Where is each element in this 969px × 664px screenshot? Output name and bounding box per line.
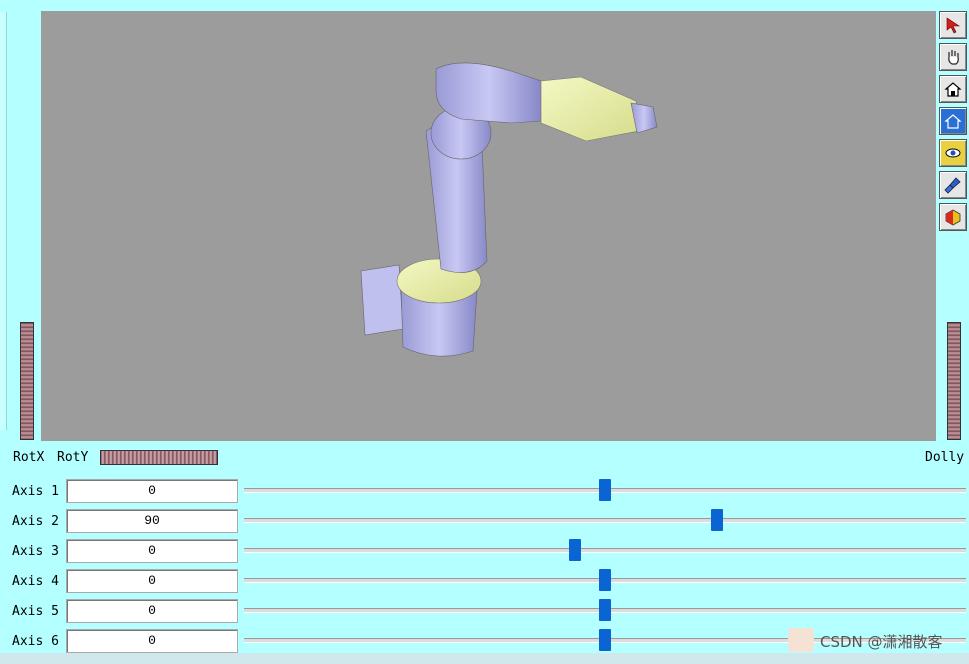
axis-slider-thumb[interactable] <box>711 509 723 531</box>
rotx-label: RotX <box>13 450 45 465</box>
axis-slider-thumb[interactable] <box>569 539 581 561</box>
seek-flashlight-icon[interactable] <box>939 171 967 199</box>
axis-row: Axis 3 0 <box>0 539 969 565</box>
view-all-eye-icon[interactable] <box>939 139 967 167</box>
axis-label: Axis 4 <box>12 574 59 589</box>
axis-value-field[interactable]: 0 <box>66 539 238 563</box>
home-icon[interactable] <box>939 75 967 103</box>
axis-label: Axis 5 <box>12 604 59 619</box>
axis-label: Axis 2 <box>12 514 59 529</box>
viewer-toolbar <box>939 11 967 235</box>
axis-value-field[interactable]: 0 <box>66 479 238 503</box>
axis-row: Axis 5 0 <box>0 599 969 625</box>
projection-cube-icon[interactable] <box>939 203 967 231</box>
pan-hand-icon[interactable] <box>939 43 967 71</box>
set-home-icon[interactable] <box>939 107 967 135</box>
watermark-text: CSDN @潇湘散客 <box>820 633 943 651</box>
axis-value-field[interactable]: 0 <box>66 629 238 653</box>
left-edge-panel <box>0 12 7 430</box>
bottom-edge <box>0 653 969 664</box>
roty-label: RotY <box>57 450 89 465</box>
axis-label: Axis 1 <box>12 484 59 499</box>
axis-row: Axis 1 0 <box>0 479 969 505</box>
robot-arm-render <box>360 62 658 357</box>
select-arrow-icon[interactable] <box>939 11 967 39</box>
axis-label: Axis 3 <box>12 544 59 559</box>
axis-value-field[interactable]: 0 <box>66 599 238 623</box>
dolly-label: Dolly <box>925 450 965 465</box>
dolly-thumbwheel[interactable] <box>947 322 961 440</box>
axis-slider-track[interactable] <box>244 548 966 553</box>
axis-row: Axis 2 90 <box>0 509 969 535</box>
axis-slider-thumb[interactable] <box>599 599 611 621</box>
axis-slider-thumb[interactable] <box>599 479 611 501</box>
axis-slider-thumb[interactable] <box>599 629 611 651</box>
axis-slider-thumb[interactable] <box>599 569 611 591</box>
csdn-logo-icon <box>788 628 814 652</box>
rotx-thumbwheel[interactable] <box>20 322 34 440</box>
axis-value-field[interactable]: 90 <box>66 509 238 533</box>
roty-thumbwheel[interactable] <box>100 450 218 465</box>
axis-row: Axis 4 0 <box>0 569 969 595</box>
axis-label: Axis 6 <box>12 634 59 649</box>
axis-slider-track[interactable] <box>244 518 966 523</box>
axis-value-field[interactable]: 0 <box>66 569 238 593</box>
3d-viewport[interactable] <box>41 11 936 441</box>
